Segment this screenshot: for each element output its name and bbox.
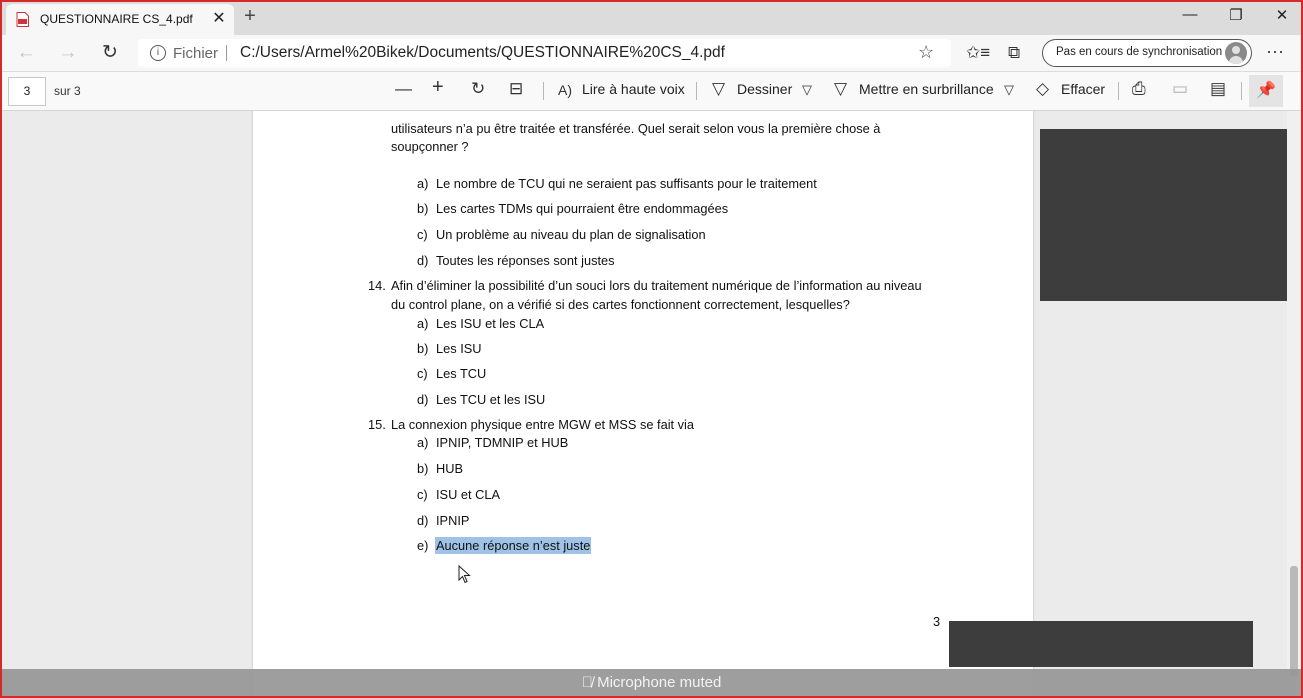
rotate-icon[interactable]: ↻ <box>471 79 485 99</box>
scrollbar-thumb[interactable] <box>1290 566 1298 676</box>
draw-chevron-down-icon[interactable]: ▽ <box>802 82 812 98</box>
answer-text: Le nombre de TCU qui ne seraient pas suf… <box>436 176 817 191</box>
highlighted-answer-text[interactable]: Aucune réponse n’est juste <box>435 537 592 554</box>
answer-letter: c) <box>417 366 428 381</box>
save-icon[interactable]: ▭ <box>1172 79 1188 99</box>
favorites-icon[interactable]: ✩≡ <box>966 43 990 63</box>
sync-button[interactable]: Pas en cours de synchronisation <box>1042 39 1252 67</box>
erase-button[interactable]: Effacer <box>1061 81 1105 97</box>
question-13-line: soupçonner ? <box>391 139 469 154</box>
video-overlay-panel <box>949 621 1253 667</box>
answer-letter: d) <box>417 253 429 268</box>
answer-text: IPNIP <box>436 513 470 528</box>
question-13-line: utilisateurs n’a pu être traitée et tran… <box>391 121 881 136</box>
mic-status-bar: 🎙̸ Microphone muted <box>2 669 1301 696</box>
vertical-scrollbar[interactable] <box>1287 111 1301 696</box>
back-arrow-icon[interactable]: ← <box>12 40 40 66</box>
answer-text: Les ISU <box>436 341 482 356</box>
new-tab-icon[interactable]: + <box>238 5 262 28</box>
save-as-icon[interactable]: ▤ <box>1210 79 1226 99</box>
zoom-out-icon[interactable]: — <box>395 79 412 99</box>
question-15-text: La connexion physique entre MGW et MSS s… <box>391 417 695 432</box>
answer-letter: b) <box>417 341 429 356</box>
question-number: 15. <box>368 417 386 432</box>
address-row: ← → ↻ i Fichier C:/Users/Armel%20Bikek/D… <box>2 35 1301 72</box>
answer-letter: a) <box>417 176 429 191</box>
microphone-muted-icon: 🎙̸ <box>581 674 593 691</box>
toolbar-divider <box>1118 82 1119 100</box>
answer-letter: c) <box>417 227 428 242</box>
address-bar[interactable]: i Fichier C:/Users/Armel%20Bikek/Documen… <box>138 39 951 67</box>
mic-status-text: Microphone muted <box>597 674 722 691</box>
answer-text: Les ISU et les CLA <box>436 316 545 331</box>
zoom-in-icon[interactable]: + <box>432 76 444 99</box>
avatar <box>1225 42 1247 64</box>
mouse-cursor-icon <box>458 565 471 584</box>
answer-text: Les cartes TDMs qui pourraient être endo… <box>436 201 729 216</box>
toolbar-divider <box>1241 82 1242 100</box>
tab-close-icon[interactable]: ✕ <box>210 8 228 28</box>
answer-text: Un problème au niveau du plan de signali… <box>436 227 706 242</box>
url-text[interactable]: C:/Users/Armel%20Bikek/Documents/QUESTIO… <box>240 44 725 62</box>
sync-label: Pas en cours de synchronisation <box>1056 46 1223 58</box>
highlight-chevron-down-icon[interactable]: ▽ <box>1004 82 1014 98</box>
answer-letter: b) <box>417 461 429 476</box>
answer-letter: a) <box>417 316 429 331</box>
answer-letter: e) <box>417 538 429 553</box>
forward-arrow-icon[interactable]: → <box>54 40 82 66</box>
tab-title: QUESTIONNAIRE CS_4.pdf <box>40 12 193 26</box>
tab-active[interactable]: QUESTIONNAIRE CS_4.pdf ✕ <box>6 4 234 35</box>
address-divider <box>226 45 227 61</box>
draw-icon[interactable]: ▽ <box>712 79 725 99</box>
answer-letter: b) <box>417 201 429 216</box>
answer-letter: d) <box>417 392 429 407</box>
toolbar-divider <box>696 82 697 100</box>
star-icon[interactable]: ☆ <box>918 42 934 63</box>
toolbar-divider <box>543 82 544 100</box>
answer-letter: d) <box>417 513 429 528</box>
eraser-icon[interactable]: ◇ <box>1036 79 1049 99</box>
collections-icon[interactable]: ⧉ <box>1008 43 1020 63</box>
fit-page-icon[interactable]: ⊟ <box>509 79 523 99</box>
answer-text: Les TCU <box>436 366 487 381</box>
title-bar: QUESTIONNAIRE CS_4.pdf ✕ + — ❐ ✕ <box>2 2 1301 35</box>
scheme-label: Fichier <box>173 45 219 62</box>
highlight-icon[interactable]: ▽ <box>834 79 847 99</box>
page-number: 3 <box>933 614 941 629</box>
highlight-button[interactable]: Mettre en surbrillance <box>859 81 994 97</box>
refresh-icon[interactable]: ↻ <box>96 40 124 66</box>
answer-letter: a) <box>417 435 429 450</box>
pin-toolbar-icon[interactable]: 📌 <box>1249 75 1283 107</box>
video-overlay-panel <box>1040 129 1301 301</box>
pdf-viewer: utilisateurs n’a pu être traitée et tran… <box>2 111 1301 696</box>
answer-text: ISU et CLA <box>436 487 501 502</box>
read-aloud-button[interactable]: Lire à haute voix <box>582 81 685 97</box>
minimize-icon[interactable]: — <box>1167 6 1213 30</box>
pdf-page: utilisateurs n’a pu être traitée et tran… <box>253 111 1033 696</box>
question-number: 14. <box>368 278 386 293</box>
print-icon[interactable]: ⎙ <box>1132 79 1146 99</box>
page-number-input[interactable]: 3 <box>8 77 46 106</box>
restore-icon[interactable]: ❐ <box>1213 6 1259 30</box>
more-icon[interactable]: ··· <box>1266 41 1284 62</box>
page-total-label: sur 3 <box>54 84 81 98</box>
answer-text: Les TCU et les ISU <box>436 392 546 407</box>
draw-button[interactable]: Dessiner <box>737 81 792 97</box>
answer-letter: c) <box>417 487 428 502</box>
read-aloud-icon[interactable]: A) <box>558 82 572 98</box>
info-icon[interactable]: i <box>150 45 166 61</box>
question-14-line: Afin d’éliminer la possibilité d’un souc… <box>391 278 922 293</box>
pdf-file-icon <box>16 12 29 27</box>
answer-text: IPNIP, TDMNIP et HUB <box>436 435 569 450</box>
answer-text: HUB <box>436 461 464 476</box>
question-14-line: du control plane, on a vérifié si des ca… <box>391 297 850 312</box>
close-window-icon[interactable]: ✕ <box>1259 6 1301 30</box>
answer-text: Toutes les réponses sont justes <box>436 253 615 268</box>
pdf-toolbar: 3 sur 3 — + ↻ ⊟ A) Lire à haute voix ▽ D… <box>2 72 1301 111</box>
browser-window: QUESTIONNAIRE CS_4.pdf ✕ + — ❐ ✕ ← → ↻ i… <box>0 0 1303 698</box>
